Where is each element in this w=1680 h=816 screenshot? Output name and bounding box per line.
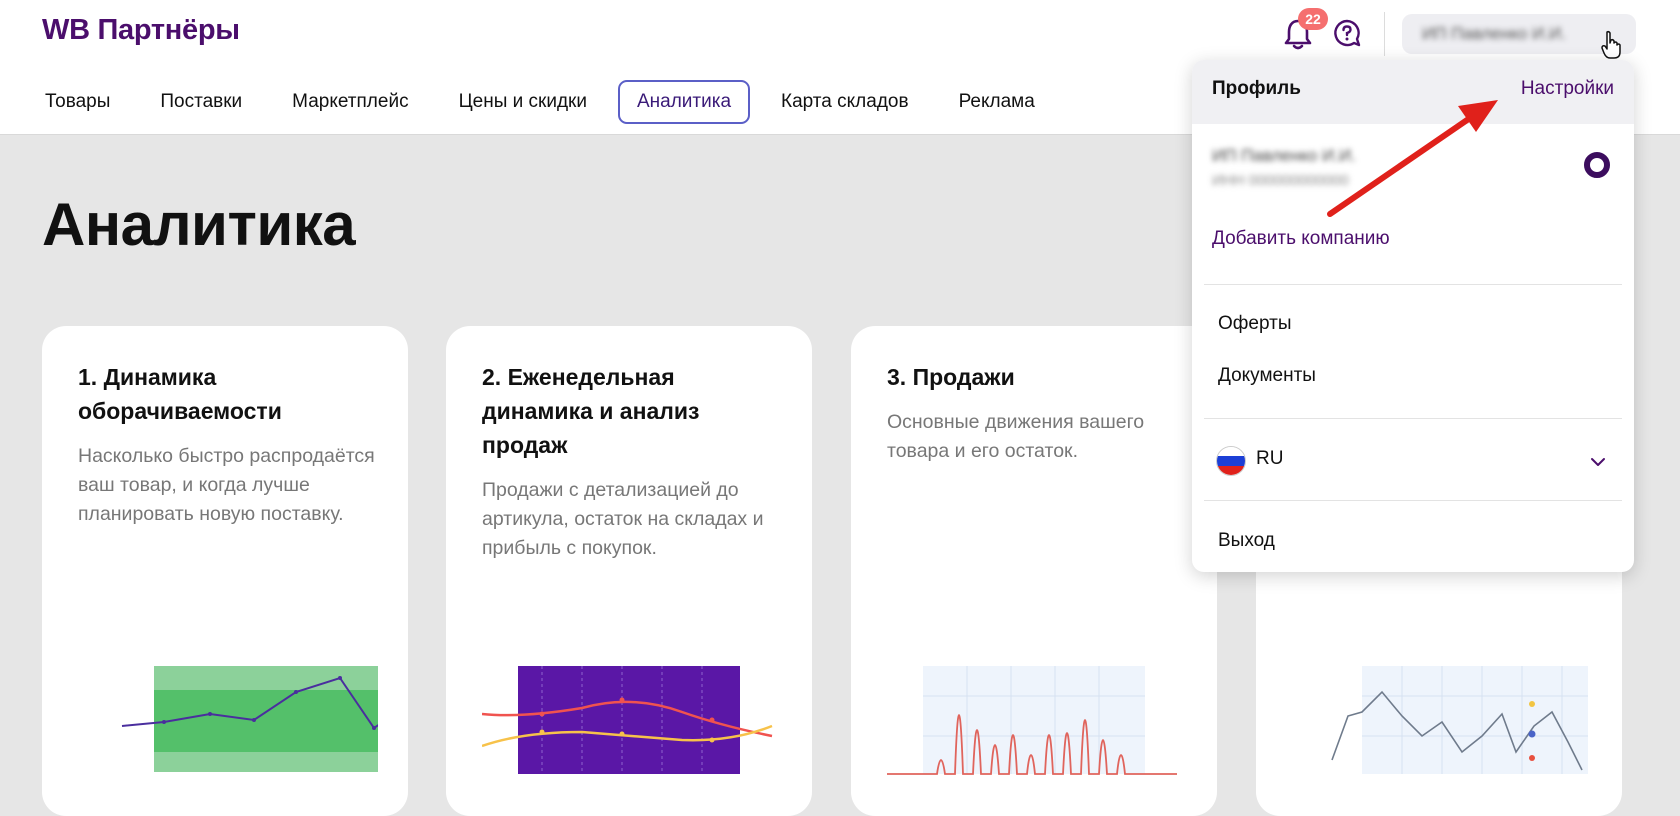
profile-name: ИП Павленко И.И.: [1422, 24, 1566, 43]
profile-dropdown: Профиль Настройки ИП Павленко И.И. ИНН 0…: [1192, 60, 1634, 572]
divider: [1204, 284, 1622, 285]
dropdown-title: Профиль: [1212, 78, 1301, 99]
company-name[interactable]: ИП Павленко И.И.: [1212, 146, 1356, 166]
chevron-down-icon[interactable]: [1588, 452, 1608, 472]
card-description: Насколько быстро распродаётся ваш товар,…: [78, 445, 375, 525]
card-title: 2. Еженедельная динамика и анализ продаж: [482, 364, 700, 458]
nav-item-warehouses-map[interactable]: Карта складов: [762, 80, 928, 124]
card-sales[interactable]: 3. Продажи Основные движения вашего това…: [851, 326, 1217, 816]
header-divider: [1384, 12, 1385, 56]
notifications-badge: 22: [1298, 8, 1328, 30]
turnover-chart-illustration: [121, 666, 378, 772]
dropdown-header: Профиль Настройки: [1192, 60, 1634, 124]
language-selector[interactable]: RU: [1256, 448, 1283, 470]
logout-link[interactable]: Выход: [1218, 530, 1275, 552]
page-title: Аналитика: [42, 191, 356, 258]
russia-flag-icon: [1216, 446, 1246, 476]
analytics-chart-illustration: [1331, 666, 1588, 774]
weekly-chart-illustration: [482, 666, 773, 774]
company-radio[interactable]: [1584, 152, 1610, 178]
nav-item-supplies[interactable]: Поставки: [141, 80, 261, 124]
nav-item-analytics[interactable]: Аналитика: [617, 80, 751, 124]
nav-item-marketplace[interactable]: Маркетплейс: [273, 80, 427, 124]
card-description: Продажи с детализацией до артикула, оста…: [482, 479, 764, 559]
logo[interactable]: WB Партнёры: [42, 14, 240, 47]
nav-item-ads[interactable]: Реклама: [940, 80, 1054, 124]
add-company-link[interactable]: Добавить компанию: [1212, 228, 1390, 250]
nav-item-prices[interactable]: Цены и скидки: [440, 80, 606, 124]
documents-link[interactable]: Документы: [1218, 365, 1316, 387]
sales-chart-illustration: [887, 666, 1177, 775]
settings-link[interactable]: Настройки: [1521, 78, 1614, 100]
hand-cursor-icon: [1601, 30, 1621, 59]
card-title: 1. Динамика оборачиваемости: [78, 364, 282, 424]
card-turnover[interactable]: 1. Динамика оборачиваемости Насколько бы…: [42, 326, 408, 816]
divider: [1204, 500, 1622, 501]
divider: [1204, 418, 1622, 419]
nav-item-products[interactable]: Товары: [26, 80, 129, 124]
card-weekly-sales[interactable]: 2. Еженедельная динамика и анализ продаж…: [446, 326, 812, 816]
help-icon[interactable]: [1332, 18, 1362, 48]
offers-link[interactable]: Оферты: [1218, 313, 1292, 335]
main-nav: Товары Поставки Маркетплейс Цены и скидк…: [26, 78, 1066, 126]
company-id: ИНН 000000000000: [1212, 172, 1349, 189]
card-description: Основные движения вашего товара и его ос…: [887, 411, 1145, 462]
card-title: 3. Продажи: [887, 364, 1015, 390]
